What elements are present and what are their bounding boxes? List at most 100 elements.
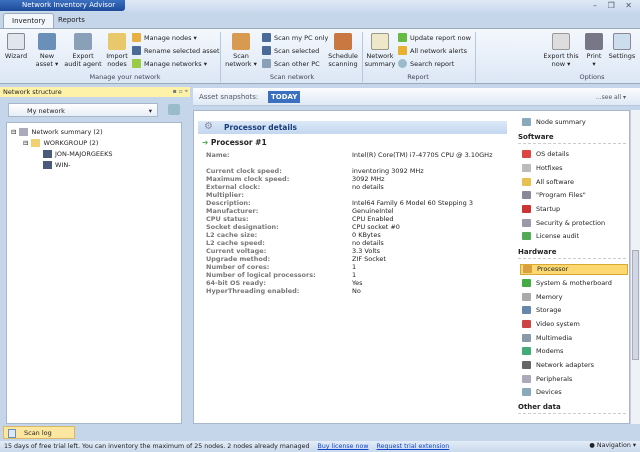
details-content: ⚙ Processor details ➔ Processor #1 Name: I… — [193, 110, 630, 424]
refresh-icon — [398, 33, 407, 42]
export-icon — [552, 33, 570, 50]
tree-node-workgroup[interactable]: ⊟ WORKGROUP (2) — [23, 139, 98, 147]
app-menu-button[interactable]: Network Inventory Advisor — [0, 0, 125, 11]
category-multimedia[interactable]: Multimedia — [520, 332, 628, 343]
category-peripherals[interactable]: Peripherals — [520, 373, 628, 384]
detail-row: Name: Intel(R) Core(TM) i7-4770S CPU @ 3.… — [206, 151, 502, 160]
rename-icon — [132, 46, 141, 55]
label: Modems — [536, 347, 564, 356]
scan-log-tab[interactable]: Scan log — [3, 426, 75, 439]
wizard-button[interactable]: Wizard — [4, 33, 28, 60]
label: Node summary — [536, 117, 586, 126]
update-report-button[interactable]: Update report now — [398, 33, 471, 42]
window-controls[interactable]: – ❐ ✕ — [593, 1, 636, 10]
category-heading: Other data — [518, 403, 626, 414]
buy-license-link[interactable]: Buy license now — [318, 443, 369, 450]
detail-key: Number of cores: — [206, 262, 270, 271]
category-os-details[interactable]: OS details — [520, 149, 628, 160]
label: JON-MAJORGEEKS — [55, 150, 113, 158]
detail-row: HyperThreading enabled: No — [206, 286, 502, 296]
all-software-icon — [522, 177, 531, 186]
category-system-motherboard[interactable]: System & motherboard — [520, 277, 628, 288]
export-button[interactable]: Export this now ▾ — [543, 33, 579, 68]
detail-row: 64-bit OS ready: Yes — [206, 279, 502, 288]
collapse-icon[interactable]: ⊟ — [23, 139, 28, 147]
scan-my-pc-button[interactable]: Scan my PC only — [262, 33, 328, 42]
category-security-protection[interactable]: Security & protection — [520, 217, 628, 228]
snapshots-label: Asset snapshots: — [199, 93, 259, 101]
import-nodes-button[interactable]: Import nodes — [104, 33, 130, 68]
snapshot-today-button[interactable]: TODAY — [268, 91, 301, 103]
label: Rename selected asset — [144, 46, 220, 55]
detail-key: CPU status: — [206, 214, 249, 223]
category-startup[interactable]: Startup — [520, 204, 628, 215]
rename-asset-button[interactable]: Rename selected asset — [132, 46, 220, 55]
group-label: Manage your network — [89, 73, 161, 81]
label: WORKGROUP (2) — [43, 139, 99, 147]
computer-icon — [43, 161, 52, 169]
detail-key: HyperThreading enabled: — [206, 286, 300, 295]
label: Import nodes — [106, 52, 128, 68]
manage-nodes-button[interactable]: Manage nodes ▾ — [132, 33, 197, 42]
category-modems[interactable]: Modems — [520, 346, 628, 357]
trial-extension-link[interactable]: Request trial extension — [377, 443, 450, 450]
category-node-summary[interactable]: Node summary — [520, 116, 628, 127]
processor-icon — [523, 265, 532, 274]
network-alerts-button[interactable]: All network alerts — [398, 46, 467, 55]
settings-button[interactable]: Settings — [607, 33, 637, 60]
search-report-button[interactable]: Search report — [398, 59, 454, 68]
category-video-system[interactable]: Video system — [520, 318, 628, 329]
tree-node-network-summary[interactable]: ⊟ Network summary (2) — [11, 128, 103, 136]
scan-selected-icon — [262, 46, 271, 55]
label: Update report now — [410, 33, 471, 42]
category-processor[interactable]: Processor — [520, 263, 628, 275]
network-action-icon[interactable] — [168, 104, 180, 115]
tree-node-computer[interactable]: JON-MAJORGEEKS — [43, 150, 112, 158]
network-summary-button[interactable]: Network summary — [364, 33, 396, 68]
tab-inventory[interactable]: Inventory — [3, 13, 55, 28]
category-network-adapters[interactable]: Network adapters — [520, 360, 628, 371]
print-button[interactable]: Print ▾ — [584, 33, 604, 68]
group-label: Scan network — [269, 73, 315, 81]
folder-icon — [31, 139, 41, 147]
category-storage[interactable]: Storage — [520, 305, 628, 316]
label: New asset ▾ — [35, 52, 59, 68]
see-all-link[interactable]: ...see all ▾ — [596, 94, 626, 101]
divider — [220, 32, 221, 82]
license-audit-icon — [522, 232, 531, 241]
manage-networks-button[interactable]: Manage networks ▾ — [132, 59, 207, 68]
collapse-icon[interactable]: ⊟ — [11, 128, 16, 136]
detail-row: CPU status: CPU Enabled — [206, 214, 502, 224]
label: Print ▾ — [586, 52, 602, 68]
vertical-scrollbar[interactable] — [630, 110, 640, 424]
category-hotfixes[interactable]: Hotfixes — [520, 162, 628, 173]
schedule-scanning-button[interactable]: Schedule scanning — [326, 33, 360, 68]
detail-key: Number of logical processors: — [206, 270, 316, 279]
label: Search report — [410, 59, 455, 68]
label: Video system — [536, 319, 580, 328]
category-all-software[interactable]: All software — [520, 176, 628, 187]
detail-value: CPU socket #0 — [352, 222, 400, 231]
category-program-files[interactable]: "Program Files" — [520, 190, 628, 201]
detail-value: 0 KBytes — [352, 230, 381, 239]
detail-row: Current voltage: 3.3 Volts — [206, 247, 502, 256]
export-audit-agent-button[interactable]: Export audit agent — [64, 33, 102, 68]
category-memory[interactable]: Memory — [520, 291, 628, 302]
label: Export audit agent — [64, 52, 102, 68]
detail-value: no details — [352, 238, 384, 247]
new-asset-button[interactable]: New asset ▾ — [34, 33, 60, 68]
scan-network-button[interactable]: Scan network ▾ — [224, 33, 258, 68]
network-select[interactable]: My network ▾ — [8, 103, 158, 117]
scroll-thumb[interactable] — [632, 250, 639, 360]
label: WIN- — [55, 161, 71, 169]
panel-tools[interactable]: ▪ ▫ ⌖ — [173, 88, 188, 96]
tree-node-computer[interactable]: WIN- — [43, 161, 71, 169]
search-icon — [398, 59, 407, 68]
tab-reports[interactable]: Reports — [50, 13, 93, 28]
scan-other-pc-button[interactable]: Scan other PC — [262, 59, 320, 68]
scan-selected-button[interactable]: Scan selected — [262, 46, 319, 55]
navigation-button[interactable]: ● Navigation ▾ — [589, 442, 636, 449]
devices-icon — [522, 388, 531, 397]
category-license-audit[interactable]: License audit — [520, 231, 628, 242]
category-devices[interactable]: Devices — [520, 387, 628, 398]
